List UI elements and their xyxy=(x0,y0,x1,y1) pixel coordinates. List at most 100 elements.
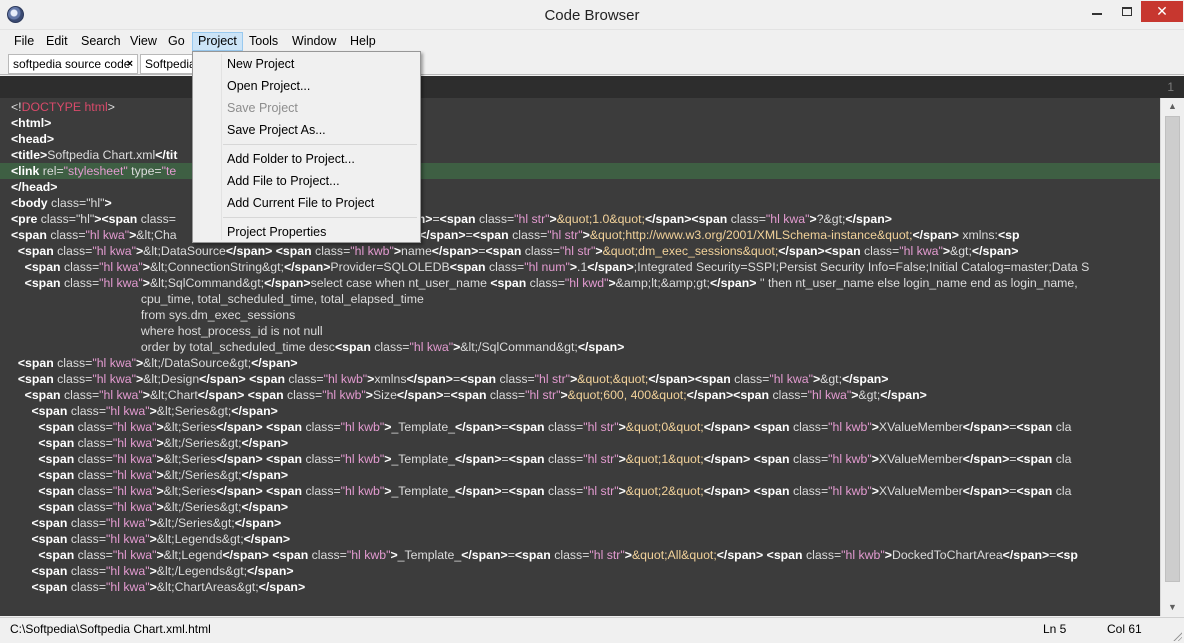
code-token: "hl kwa" xyxy=(899,244,943,258)
code-token: </span> xyxy=(1002,548,1050,562)
code-token: > xyxy=(142,276,150,290)
code-token: type= xyxy=(127,164,162,178)
code-token: > xyxy=(149,564,157,578)
code-token: class= xyxy=(489,388,526,402)
code-token: class= xyxy=(77,484,113,498)
code-token: XValueMember xyxy=(878,420,963,434)
scroll-down-icon[interactable]: ▼ xyxy=(1161,599,1184,616)
menu-item-new-project[interactable]: New Project xyxy=(194,53,419,75)
menu-view[interactable]: View xyxy=(125,32,162,51)
code-token: class= xyxy=(548,452,584,466)
status-line: Ln 5 xyxy=(1043,622,1067,636)
code-token: class= xyxy=(70,404,107,418)
code-token: &lt;/Series&gt; xyxy=(156,516,235,530)
minimize-button[interactable] xyxy=(1083,1,1111,22)
code-line: <span class="hl kwa">&lt;/Legends&gt;</s… xyxy=(11,563,293,579)
code-token: </span> xyxy=(703,484,751,498)
code-token: > xyxy=(582,228,590,242)
menu-tools[interactable]: Tools xyxy=(244,32,283,51)
code-token: class= xyxy=(63,260,100,274)
vertical-scrollbar[interactable]: ▲ ▼ xyxy=(1160,98,1184,616)
code-token: &lt;Cha xyxy=(136,228,177,242)
code-token: </span> xyxy=(396,388,444,402)
scroll-up-icon[interactable]: ▲ xyxy=(1161,98,1184,115)
code-token: Softpedia Chart.xml xyxy=(47,148,156,162)
code-token: &lt;SqlCommand&gt; xyxy=(149,276,265,290)
code-token: </span> xyxy=(709,276,757,290)
menu-item-save-project-as[interactable]: Save Project As... xyxy=(194,119,419,141)
code-token: class= xyxy=(548,484,584,498)
code-token: > xyxy=(104,196,112,210)
code-line: <head> xyxy=(11,131,54,147)
menu-go[interactable]: Go xyxy=(163,32,190,51)
code-token: "hl str" xyxy=(583,484,619,498)
code-token: > xyxy=(809,212,817,226)
code-token: <span xyxy=(262,484,306,498)
code-line: cpu_time, total_scheduled_time, total_el… xyxy=(11,291,424,307)
menu-item-add-folder-to-project[interactable]: Add Folder to Project... xyxy=(194,148,419,170)
menu-help[interactable]: Help xyxy=(345,32,381,51)
code-token: </span> xyxy=(258,580,306,594)
code-token: &lt;Legend xyxy=(163,548,223,562)
menu-item-open-project[interactable]: Open Project... xyxy=(194,75,419,97)
code-token: <span xyxy=(508,484,548,498)
code-token: class= xyxy=(311,548,347,562)
code-token: </span> xyxy=(962,484,1010,498)
tab-softpedia-source-code[interactable]: softpedia source code × xyxy=(8,54,138,74)
tab-softpedia[interactable]: Softpedia xyxy=(140,54,200,74)
menu-edit[interactable]: Edit xyxy=(41,32,73,51)
code-token: "hl str" xyxy=(525,388,561,402)
menu-window[interactable]: Window xyxy=(287,32,341,51)
code-token: rel= xyxy=(42,164,64,178)
code-line: where host_process_id is not null xyxy=(11,323,323,339)
code-token: </span> xyxy=(455,484,502,498)
code-token: cla xyxy=(1055,452,1072,466)
code-token: class= xyxy=(512,228,548,242)
code-line: </head> xyxy=(11,179,57,195)
code-token: "hl kwa" xyxy=(112,500,157,514)
code-token: &lt;Series xyxy=(163,452,217,466)
code-token: "hl kwb" xyxy=(828,420,872,434)
menu-project[interactable]: Project xyxy=(192,32,243,51)
scroll-thumb[interactable] xyxy=(1165,116,1180,582)
menu-file[interactable]: File xyxy=(9,32,39,51)
code-token: &lt;/DataSource&gt; xyxy=(143,356,252,370)
code-token: "hl kwb" xyxy=(340,452,385,466)
resize-grip-icon[interactable] xyxy=(1172,631,1182,641)
code-line: <pre class="hl"><span class= "hl kwb">ve… xyxy=(11,211,892,227)
code-token: class= xyxy=(529,276,565,290)
code-token: </span> xyxy=(283,260,331,274)
menu-search[interactable]: Search xyxy=(76,32,126,51)
code-token: &gt; xyxy=(858,388,881,402)
code-token: "hl kwa" xyxy=(807,388,852,402)
code-token: <sp xyxy=(997,228,1020,242)
code-token: XValueMember xyxy=(878,452,963,466)
menu-item-project-properties[interactable]: Project Properties xyxy=(194,221,419,243)
close-button[interactable]: ✕ xyxy=(1141,1,1183,22)
code-token: <span xyxy=(11,260,64,274)
code-token: class= xyxy=(864,244,900,258)
menu-bar: File Edit Search View Go Project Tools W… xyxy=(0,31,1184,51)
code-token: "hl kwa" xyxy=(92,356,136,370)
menu-item-add-file-to-project[interactable]: Add File to Project... xyxy=(194,170,419,192)
code-token: "hl kwa" xyxy=(112,548,157,562)
tab-close-icon[interactable]: × xyxy=(127,55,133,73)
menu-item-add-current-file-to-project[interactable]: Add Current File to Project xyxy=(194,192,419,214)
code-token: <span xyxy=(490,276,530,290)
code-token: &lt;/Legends&gt; xyxy=(156,564,248,578)
code-editor[interactable]: <!DOCTYPE html> <html> <head> <title>Softpe… xyxy=(0,98,1160,616)
code-token: class= xyxy=(57,356,93,370)
code-token: > xyxy=(884,548,892,562)
code-token: </span><span xyxy=(686,388,773,402)
code-token: <span xyxy=(460,372,500,386)
code-token: = xyxy=(443,388,451,402)
code-token: order by total_scheduled_time desc xyxy=(11,340,335,354)
code-token: </span> xyxy=(264,276,311,290)
code-token: "hl kwb" xyxy=(828,484,872,498)
code-line: <link rel="stylesheet" type="te xyxy=(11,163,176,179)
code-line: <span class="hl kwa">&lt;Legends&gt;</sp… xyxy=(11,531,290,547)
maximize-button[interactable] xyxy=(1113,1,1140,22)
code-token: <span xyxy=(334,340,375,354)
code-token: > xyxy=(618,452,626,466)
code-token: </span> xyxy=(241,436,289,450)
